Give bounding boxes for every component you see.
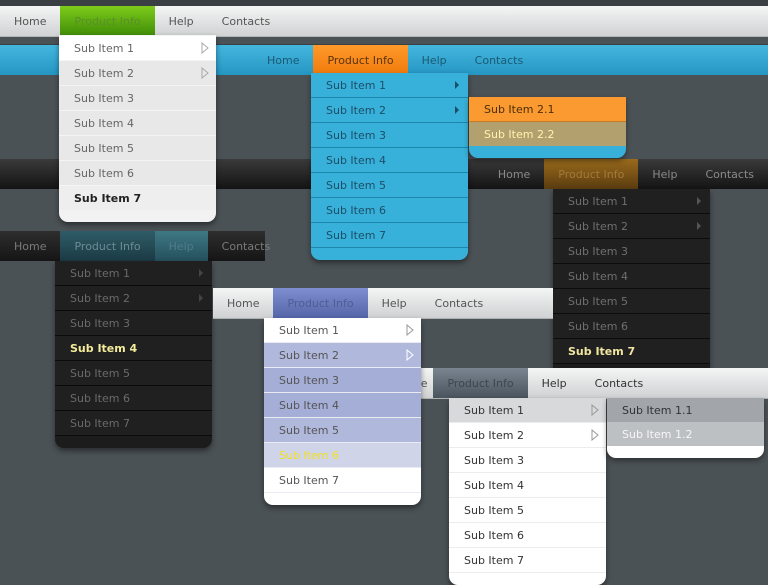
submenu-slate: Sub Item 1.1 Sub Item 1.2 — [607, 398, 764, 458]
nav-home[interactable]: Home — [0, 231, 60, 261]
menu-item[interactable]: Sub Item 1 — [311, 73, 468, 98]
menu-item[interactable]: Sub Item 6 — [449, 523, 606, 548]
menu-item-highlighted[interactable]: Sub Item 6 — [264, 443, 421, 468]
menu-item-highlighted[interactable]: Sub Item 7 — [59, 185, 216, 210]
nav-home[interactable]: Home — [213, 288, 273, 318]
menu-item[interactable]: Sub Item 1 — [553, 189, 710, 214]
nav-contacts[interactable]: Contacts — [691, 159, 768, 189]
menu-item[interactable]: Sub Item 2 — [264, 343, 421, 368]
chevron-right-icon — [406, 324, 414, 336]
dropdown-lavender: Sub Item 1 Sub Item 2 Sub Item 3 Sub Ite… — [264, 318, 421, 505]
menu-item[interactable]: Sub Item 3 — [264, 368, 421, 393]
nav-help[interactable]: Help — [638, 159, 691, 189]
menu-item[interactable]: Sub Item 2 — [55, 286, 212, 311]
dropdown-dark-bronze: Sub Item 1 Sub Item 2 Sub Item 3 Sub Ite… — [553, 189, 710, 376]
chevron-right-icon — [201, 42, 209, 54]
nav-product-info[interactable]: Product Info — [60, 6, 155, 36]
menu-item[interactable]: Sub Item 3 — [553, 239, 710, 264]
menu-item-highlighted[interactable]: Sub Item 4 — [55, 336, 212, 361]
chevron-right-icon — [591, 429, 599, 441]
menu-item[interactable]: Sub Item 6 — [553, 314, 710, 339]
menu-item[interactable]: Sub Item 6 — [311, 198, 468, 223]
submenu-item[interactable]: Sub Item 1.1 — [607, 398, 764, 422]
nav-help[interactable]: Help — [155, 6, 208, 36]
nav-contacts[interactable]: Contacts — [421, 288, 498, 318]
menu-item[interactable]: Sub Item 4 — [449, 473, 606, 498]
chevron-right-icon — [455, 81, 459, 89]
menu-item[interactable]: Sub Item 2 — [449, 423, 606, 448]
menu-bar-dark-teal: Home Product Info Help Contacts — [0, 231, 270, 261]
nav-home[interactable]: Home — [484, 159, 544, 189]
menu-item[interactable]: Sub Item 4 — [264, 393, 421, 418]
menu-item[interactable]: Sub Item 6 — [59, 160, 216, 185]
menu-item[interactable]: Sub Item 3 — [59, 85, 216, 110]
submenu-item-highlighted[interactable]: Sub Item 2.1 — [469, 97, 626, 122]
chevron-right-icon — [697, 222, 701, 230]
menu-bar-lavender: Home Product Info Help Contacts — [213, 288, 553, 319]
menu-item[interactable]: Sub Item 2 — [311, 98, 468, 123]
menu-bar-slate: me Product Info Help Contacts — [410, 368, 768, 399]
menu-item[interactable]: Sub Item 7 — [449, 548, 606, 573]
nav-product-info[interactable]: Product Info — [544, 159, 639, 189]
nav-product-info[interactable]: Product Info — [273, 288, 368, 318]
nav-contacts[interactable]: Contacts — [208, 231, 285, 261]
nav-home[interactable]: Home — [253, 45, 313, 75]
menu-item[interactable]: Sub Item 7 — [311, 223, 468, 248]
menu-item-highlighted[interactable]: Sub Item 7 — [553, 339, 710, 364]
dropdown-blue: Sub Item 1 Sub Item 2 Sub Item 3 Sub Ite… — [311, 73, 468, 260]
nav-contacts[interactable]: Contacts — [581, 368, 658, 398]
menu-item[interactable]: Sub Item 1 — [264, 318, 421, 343]
menu-item[interactable]: Sub Item 5 — [264, 418, 421, 443]
menu-item[interactable]: Sub Item 2 — [59, 60, 216, 85]
chevron-right-icon — [697, 197, 701, 205]
chevron-right-icon — [199, 294, 203, 302]
menu-item[interactable]: Sub Item 7 — [55, 411, 212, 436]
menu-item[interactable]: Sub Item 3 — [55, 311, 212, 336]
nav-product-info[interactable]: Product Info — [313, 45, 408, 75]
menu-item[interactable]: Sub Item 7 — [264, 468, 421, 493]
menu-item[interactable]: Sub Item 5 — [311, 173, 468, 198]
menu-item-selected[interactable]: Sub Item 1 — [449, 398, 606, 423]
nav-help[interactable]: Help — [368, 288, 421, 318]
menu-item[interactable]: Sub Item 6 — [55, 386, 212, 411]
menu-item[interactable]: Sub Item 5 — [553, 289, 710, 314]
menu-item[interactable]: Sub Item 2 — [553, 214, 710, 239]
nav-contacts[interactable]: Contacts — [461, 45, 538, 75]
nav-help[interactable]: Help — [408, 45, 461, 75]
menu-item[interactable]: Sub Item 3 — [311, 123, 468, 148]
dropdown-green: Sub Item 1 Sub Item 2 Sub Item 3 Sub Ite… — [59, 35, 216, 222]
menu-item[interactable]: Sub Item 1 — [59, 35, 216, 60]
nav-help[interactable]: Help — [528, 368, 581, 398]
submenu-item[interactable]: Sub Item 2.2 — [469, 122, 626, 146]
menu-item[interactable]: Sub Item 5 — [449, 498, 606, 523]
chevron-right-icon — [406, 349, 414, 361]
submenu-item-highlighted[interactable]: Sub Item 1.2 — [607, 422, 764, 446]
menu-item[interactable]: Sub Item 5 — [59, 135, 216, 160]
chevron-right-icon — [591, 404, 599, 416]
nav-product-info[interactable]: Product Info — [60, 231, 155, 261]
menu-bar-green: Home Product Info Help Contacts — [0, 6, 768, 37]
dropdown-dark-teal: Sub Item 1 Sub Item 2 Sub Item 3 Sub Ite… — [55, 261, 212, 448]
menu-item[interactable]: Sub Item 4 — [59, 110, 216, 135]
nav-contacts[interactable]: Contacts — [208, 6, 285, 36]
menu-item[interactable]: Sub Item 1 — [55, 261, 212, 286]
menu-item[interactable]: Sub Item 5 — [55, 361, 212, 386]
chevron-right-icon — [455, 106, 459, 114]
chevron-right-icon — [201, 67, 209, 79]
menu-item[interactable]: Sub Item 4 — [553, 264, 710, 289]
menu-item[interactable]: Sub Item 3 — [449, 448, 606, 473]
dropdown-slate: Sub Item 1 Sub Item 2 Sub Item 3 Sub Ite… — [449, 398, 606, 585]
menu-item[interactable]: Sub Item 4 — [311, 148, 468, 173]
nav-home[interactable]: Home — [0, 6, 60, 36]
chevron-right-icon — [199, 269, 203, 277]
nav-product-info[interactable]: Product Info — [433, 368, 528, 398]
nav-help[interactable]: Help — [154, 231, 208, 261]
submenu-blue: Sub Item 2.1 Sub Item 2.2 — [469, 97, 626, 158]
